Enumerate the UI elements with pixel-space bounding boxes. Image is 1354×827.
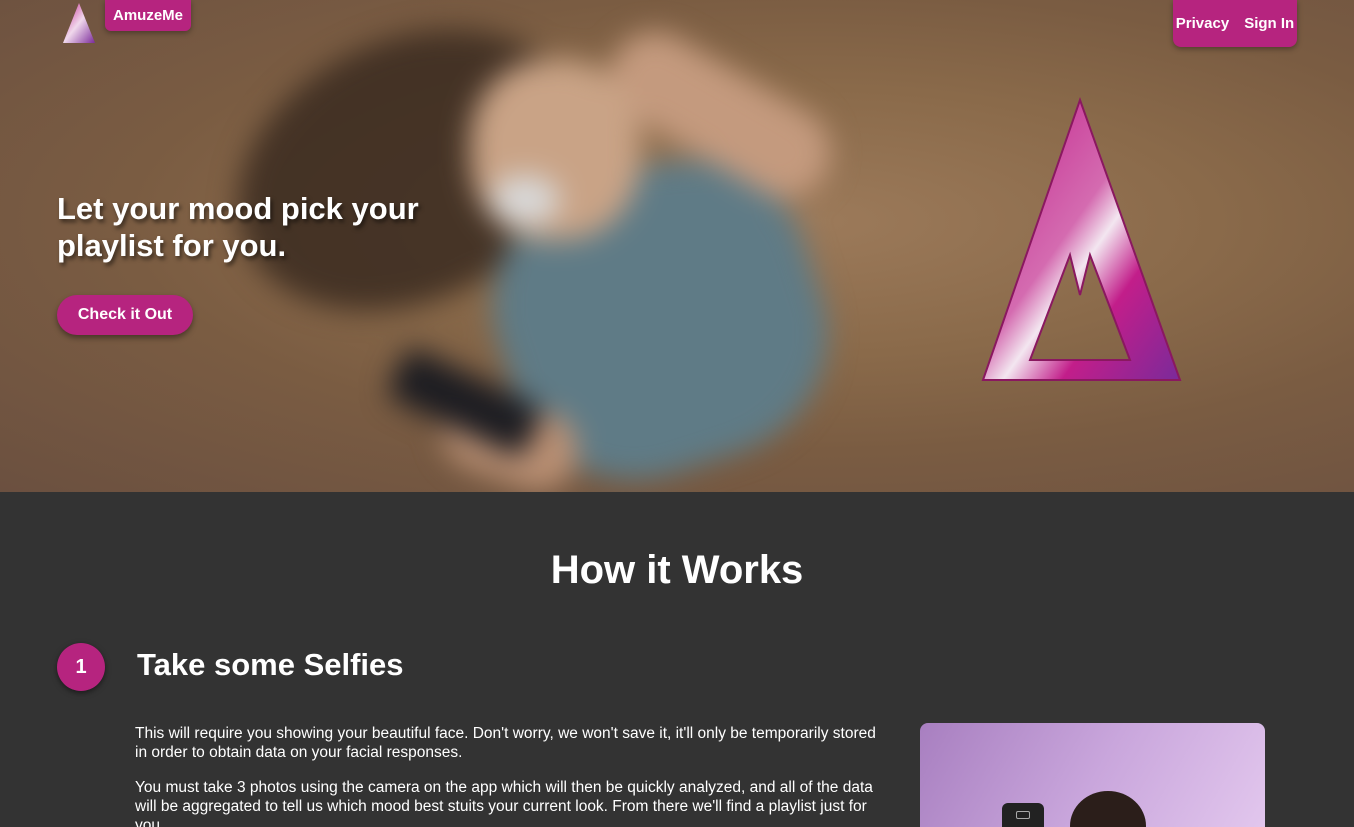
step-paragraph: This will require you showing your beaut… (135, 725, 876, 761)
amuzeme-logo-icon (981, 96, 1182, 381)
nav-link-sign-in[interactable]: Sign In (1244, 15, 1294, 32)
hero-section: Let your mood pick your playlist for you… (0, 0, 1354, 492)
brand-name-button[interactable]: AmuzeMe (105, 0, 192, 31)
step-description: This will require you showing your beaut… (135, 724, 885, 827)
nav-link-privacy[interactable]: Privacy (1176, 15, 1229, 32)
selfie-image (920, 723, 1265, 827)
person-head-image (1070, 791, 1146, 827)
step-title: Take some Selfies (137, 647, 404, 682)
step-paragraph: You must take 3 photos using the camera … (135, 779, 873, 827)
camera-lens (1016, 811, 1030, 819)
brand-logo-icon[interactable] (62, 2, 96, 44)
hero-title: Let your mood pick your playlist for you… (57, 191, 419, 263)
check-it-out-button[interactable]: Check it Out (57, 295, 193, 335)
step-number-badge: 1 (57, 643, 105, 691)
top-nav: Privacy Sign In (1173, 0, 1297, 47)
how-it-works-heading: How it Works (550, 548, 804, 592)
